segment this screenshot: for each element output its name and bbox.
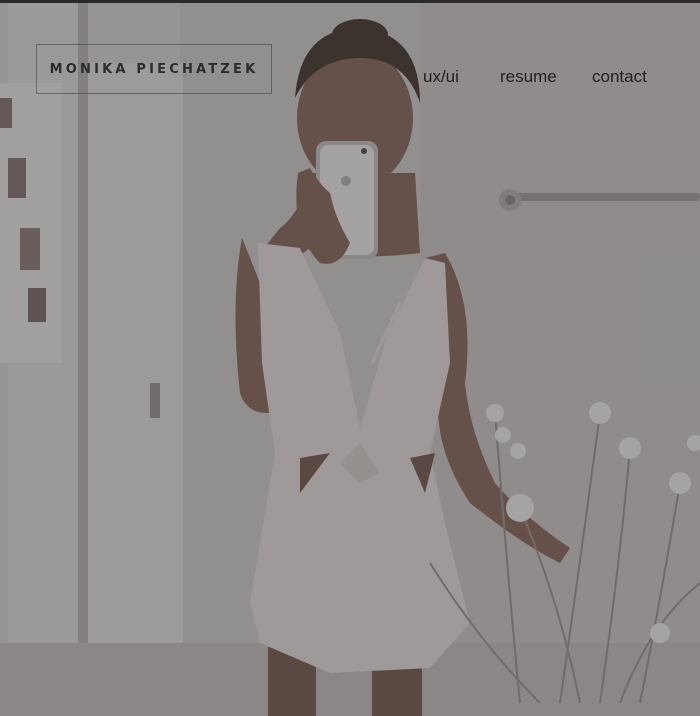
nav-link-resume[interactable]: resume	[500, 67, 557, 87]
brand-logo-box[interactable]: MONIKA PIECHATZEK	[36, 44, 272, 94]
hero-background-photo	[0, 3, 700, 716]
brand-name[interactable]: MONIKA PIECHATZEK	[50, 62, 259, 77]
page: MONIKA PIECHATZEK photo ux/ui resume con…	[0, 0, 700, 716]
nav-link-contact[interactable]: contact	[592, 67, 647, 87]
dark-overlay	[0, 3, 700, 716]
nav-link-ux-ui[interactable]: ux/ui	[423, 67, 459, 87]
